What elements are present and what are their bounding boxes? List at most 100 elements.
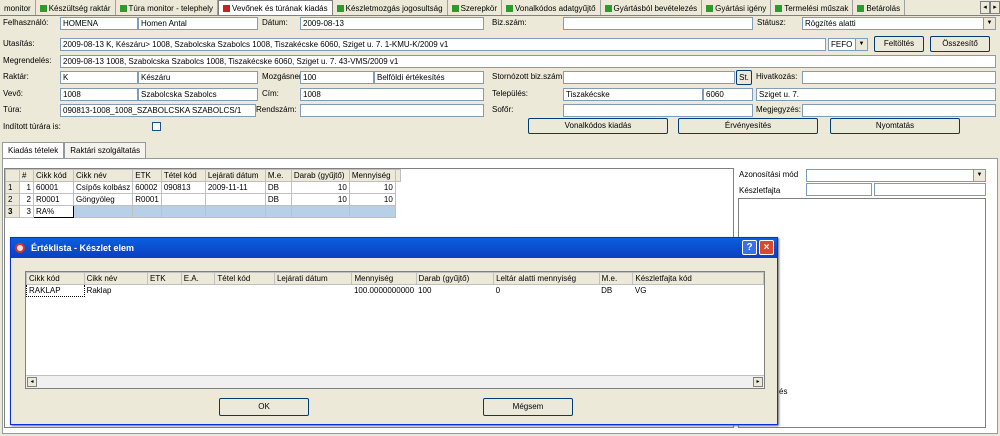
table-cell[interactable]: DB bbox=[264, 181, 292, 194]
table-cell[interactable] bbox=[204, 205, 266, 218]
table-cell[interactable] bbox=[181, 285, 215, 297]
column-header[interactable]: M.e. bbox=[264, 169, 292, 182]
column-header[interactable]: Cikk név bbox=[72, 169, 134, 182]
utasitas-field[interactable]: 2009-08-13 K, Készáru> 1008, Szabolcska … bbox=[60, 38, 826, 51]
cancel-button[interactable]: Mégsem bbox=[483, 398, 573, 416]
scroll-right-icon[interactable]: ▸ bbox=[753, 377, 763, 387]
table-cell[interactable] bbox=[290, 205, 350, 218]
table-cell[interactable]: 10 bbox=[290, 193, 350, 206]
table-cell[interactable]: 10 bbox=[348, 181, 396, 194]
table-cell[interactable]: RA% bbox=[33, 205, 74, 218]
table-cell[interactable]: 2009-11-11 bbox=[204, 181, 266, 194]
table-cell[interactable]: 1 bbox=[19, 181, 34, 194]
table-row[interactable]: 2 2 R0001 Göngyöleg R0001 DB 10 10 bbox=[5, 193, 401, 206]
tab-scroll-left-icon[interactable]: ◂ bbox=[980, 1, 990, 14]
column-header[interactable]: Cikk kód bbox=[26, 272, 85, 285]
table-cell[interactable]: R0001 bbox=[33, 193, 74, 206]
row-header[interactable]: 1 bbox=[5, 181, 20, 194]
column-header[interactable]: Lejárati dátum bbox=[204, 169, 266, 182]
row-header[interactable]: 2 bbox=[5, 193, 20, 206]
datum-field[interactable]: 2009-08-13 bbox=[300, 17, 484, 30]
chevron-down-icon[interactable]: ▼ bbox=[855, 39, 867, 50]
table-cell[interactable]: 60001 bbox=[33, 181, 74, 194]
table-cell[interactable]: DB bbox=[264, 193, 292, 206]
chevron-down-icon[interactable]: ▼ bbox=[973, 170, 985, 181]
st-button[interactable]: St. bbox=[736, 70, 752, 85]
cim-field[interactable]: 1008 bbox=[300, 88, 484, 101]
hivatkozas-field[interactable] bbox=[802, 71, 996, 84]
table-cell[interactable]: RAKLAP bbox=[26, 284, 85, 297]
tab-kiadas-tetelek[interactable]: Kiadás tételek bbox=[2, 142, 65, 158]
column-header[interactable]: Lejárati dátum bbox=[273, 272, 353, 285]
column-header[interactable]: ETK bbox=[132, 169, 162, 182]
column-header[interactable]: Tétel kód bbox=[214, 272, 275, 285]
column-header[interactable]: ETK bbox=[146, 272, 182, 285]
raktar-name-field[interactable]: Készáru bbox=[138, 71, 258, 84]
column-header[interactable]: Leltár alatti mennyiség bbox=[493, 272, 600, 285]
table-cell[interactable] bbox=[160, 205, 206, 218]
tab-module[interactable]: Vonalkódos adatgyűjtő bbox=[502, 0, 601, 15]
tab-module[interactable]: Szerepkör bbox=[448, 0, 503, 15]
close-icon[interactable]: × bbox=[759, 240, 774, 255]
table-cell[interactable] bbox=[147, 285, 181, 297]
column-header[interactable]: Cikk kód bbox=[33, 169, 74, 182]
column-header[interactable]: Tétel kód bbox=[160, 169, 206, 182]
felhasznalo-code-field[interactable]: HOMENA bbox=[60, 17, 138, 30]
table-cell[interactable] bbox=[264, 205, 292, 218]
ervenyesites-button[interactable]: Érvényesítés bbox=[678, 118, 818, 134]
help-icon[interactable]: ? bbox=[742, 240, 757, 255]
table-cell[interactable] bbox=[132, 205, 162, 218]
nyomtatas-button[interactable]: Nyomtatás bbox=[830, 118, 960, 134]
keszletfajta-name-field[interactable] bbox=[874, 183, 986, 196]
osszesito-button[interactable]: Összesítő bbox=[930, 36, 990, 52]
mozgasnem-name-field[interactable]: Belföldi értékesítés bbox=[374, 71, 484, 84]
raktar-code-field[interactable]: K bbox=[60, 71, 138, 84]
tab-module[interactable]: Termelési műszak bbox=[771, 0, 854, 15]
tab-module[interactable]: Készletmozgás jogosultság bbox=[333, 0, 448, 15]
keszletfajta-code-field[interactable] bbox=[806, 183, 872, 196]
table-cell[interactable]: 0 bbox=[494, 285, 600, 297]
tab-module[interactable]: Gyártásból bevételezés bbox=[601, 0, 703, 15]
table-row[interactable]: 3 3 RA% bbox=[5, 205, 401, 218]
fefo-select[interactable]: FEFO ▼ bbox=[828, 38, 868, 51]
table-cell[interactable]: 60002 bbox=[132, 181, 162, 194]
column-header[interactable]: M.e. bbox=[598, 272, 634, 285]
vevo-code-field[interactable]: 1008 bbox=[60, 88, 138, 101]
rendszam-field[interactable] bbox=[300, 104, 484, 117]
dialog-titlebar[interactable]: Értéklista - Készlet elem ? × bbox=[11, 238, 777, 258]
column-header[interactable]: Cikk név bbox=[83, 272, 148, 285]
table-cell[interactable]: 10 bbox=[290, 181, 350, 194]
table-cell[interactable] bbox=[215, 285, 275, 297]
table-cell[interactable]: R0001 bbox=[132, 193, 162, 206]
table-cell[interactable] bbox=[160, 193, 206, 206]
bizszam-field[interactable] bbox=[563, 17, 753, 30]
table-cell[interactable]: Raklap bbox=[84, 285, 147, 297]
column-header[interactable]: Darab (gyűjtő) bbox=[415, 272, 495, 285]
chevron-down-icon[interactable]: ▼ bbox=[983, 18, 995, 29]
table-cell[interactable] bbox=[274, 285, 352, 297]
azonositasi-select[interactable]: ▼ bbox=[806, 169, 986, 182]
horizontal-scrollbar[interactable]: ◂ ▸ bbox=[26, 375, 764, 388]
table-cell[interactable]: 100.0000000000 bbox=[352, 285, 416, 297]
felhasznalo-name-field[interactable]: Homen Antal bbox=[138, 17, 258, 30]
tab-raktari-szolgaltatas[interactable]: Raktári szolgáltatás bbox=[64, 142, 147, 158]
ok-button[interactable]: OK bbox=[219, 398, 309, 416]
table-cell[interactable]: Göngyöleg bbox=[72, 193, 134, 206]
inditott-checkbox[interactable] bbox=[152, 122, 161, 131]
tab-module[interactable]: Túra monitor - telephely bbox=[116, 0, 218, 15]
table-cell[interactable]: DB bbox=[599, 285, 633, 297]
table-row[interactable]: RAKLAP Raklap 100.0000000000 100 0 DB VG bbox=[26, 284, 764, 297]
utca-field[interactable]: Sziget u. 7. bbox=[756, 88, 996, 101]
tab-module[interactable]: Betárolás bbox=[853, 0, 906, 15]
table-cell[interactable] bbox=[204, 193, 266, 206]
table-cell[interactable]: Csípős kolbász bbox=[72, 181, 134, 194]
vevo-name-field[interactable]: Szabolcska Szabolcs bbox=[138, 88, 258, 101]
tab-scroll-right-icon[interactable]: ▸ bbox=[990, 1, 1000, 14]
telepules-field[interactable]: Tiszakécske bbox=[563, 88, 703, 101]
megjegyzes-field[interactable] bbox=[802, 104, 996, 117]
table-cell[interactable]: 100 bbox=[416, 285, 494, 297]
column-header[interactable]: Készletfajta kód bbox=[632, 272, 764, 285]
vonalkodos-kiadas-button[interactable]: Vonalkódos kiadás bbox=[528, 118, 668, 134]
column-header[interactable]: # bbox=[19, 169, 34, 182]
table-cell[interactable]: 3 bbox=[19, 205, 34, 218]
